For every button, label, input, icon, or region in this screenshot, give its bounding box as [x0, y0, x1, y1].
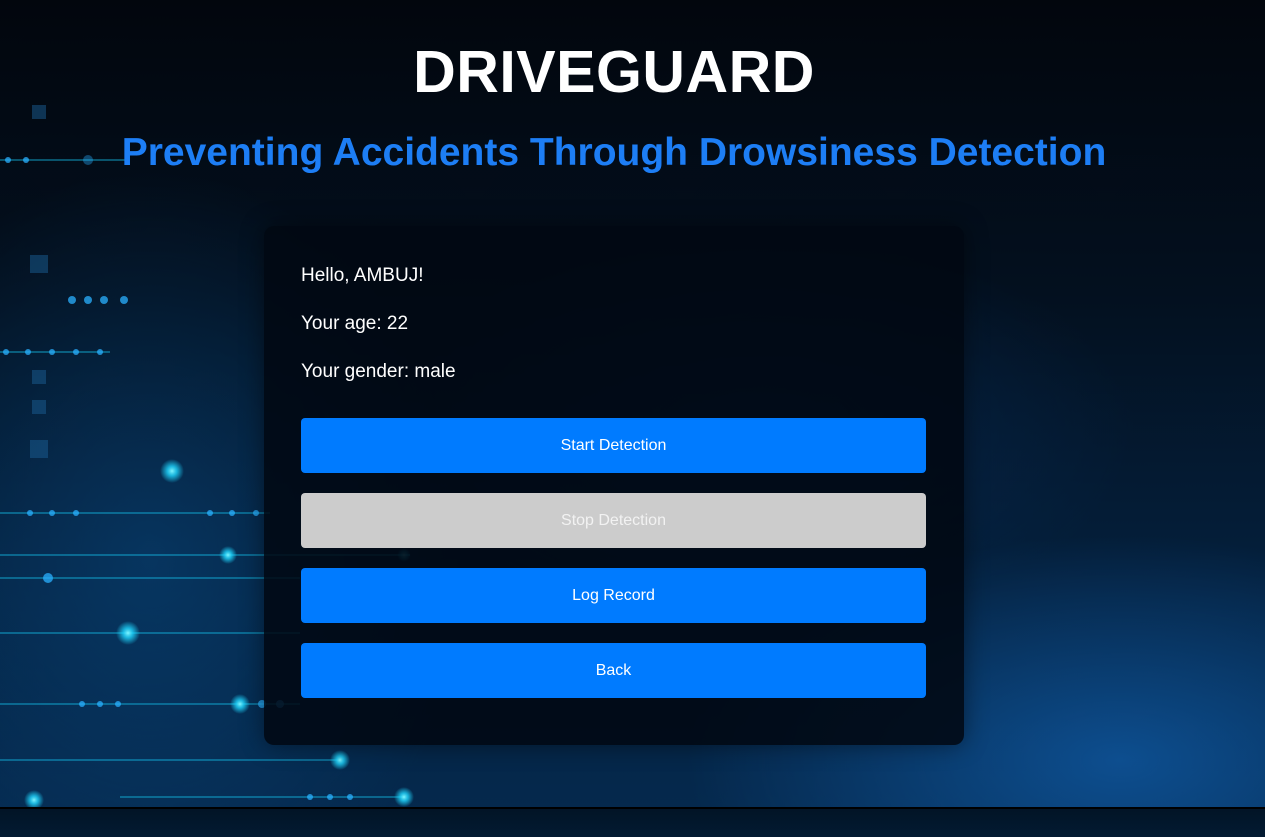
gender-text: Your gender: male: [301, 361, 456, 382]
user-info-card: Hello, AMBUJ! Your age: 22 Your gender: …: [264, 226, 964, 745]
bottom-strip: [0, 807, 1265, 837]
age-text: Your age: 22: [301, 313, 409, 334]
start-detection-button[interactable]: Start Detection: [301, 418, 926, 473]
app-title: DRIVEGUARD: [413, 39, 815, 105]
back-button[interactable]: Back: [301, 643, 926, 698]
app-subtitle: Preventing Accidents Through Drowsiness …: [121, 131, 1107, 174]
log-record-button[interactable]: Log Record: [301, 568, 926, 623]
greeting-text: Hello, AMBUJ!: [301, 265, 424, 286]
stop-detection-button[interactable]: Stop Detection: [301, 493, 926, 548]
